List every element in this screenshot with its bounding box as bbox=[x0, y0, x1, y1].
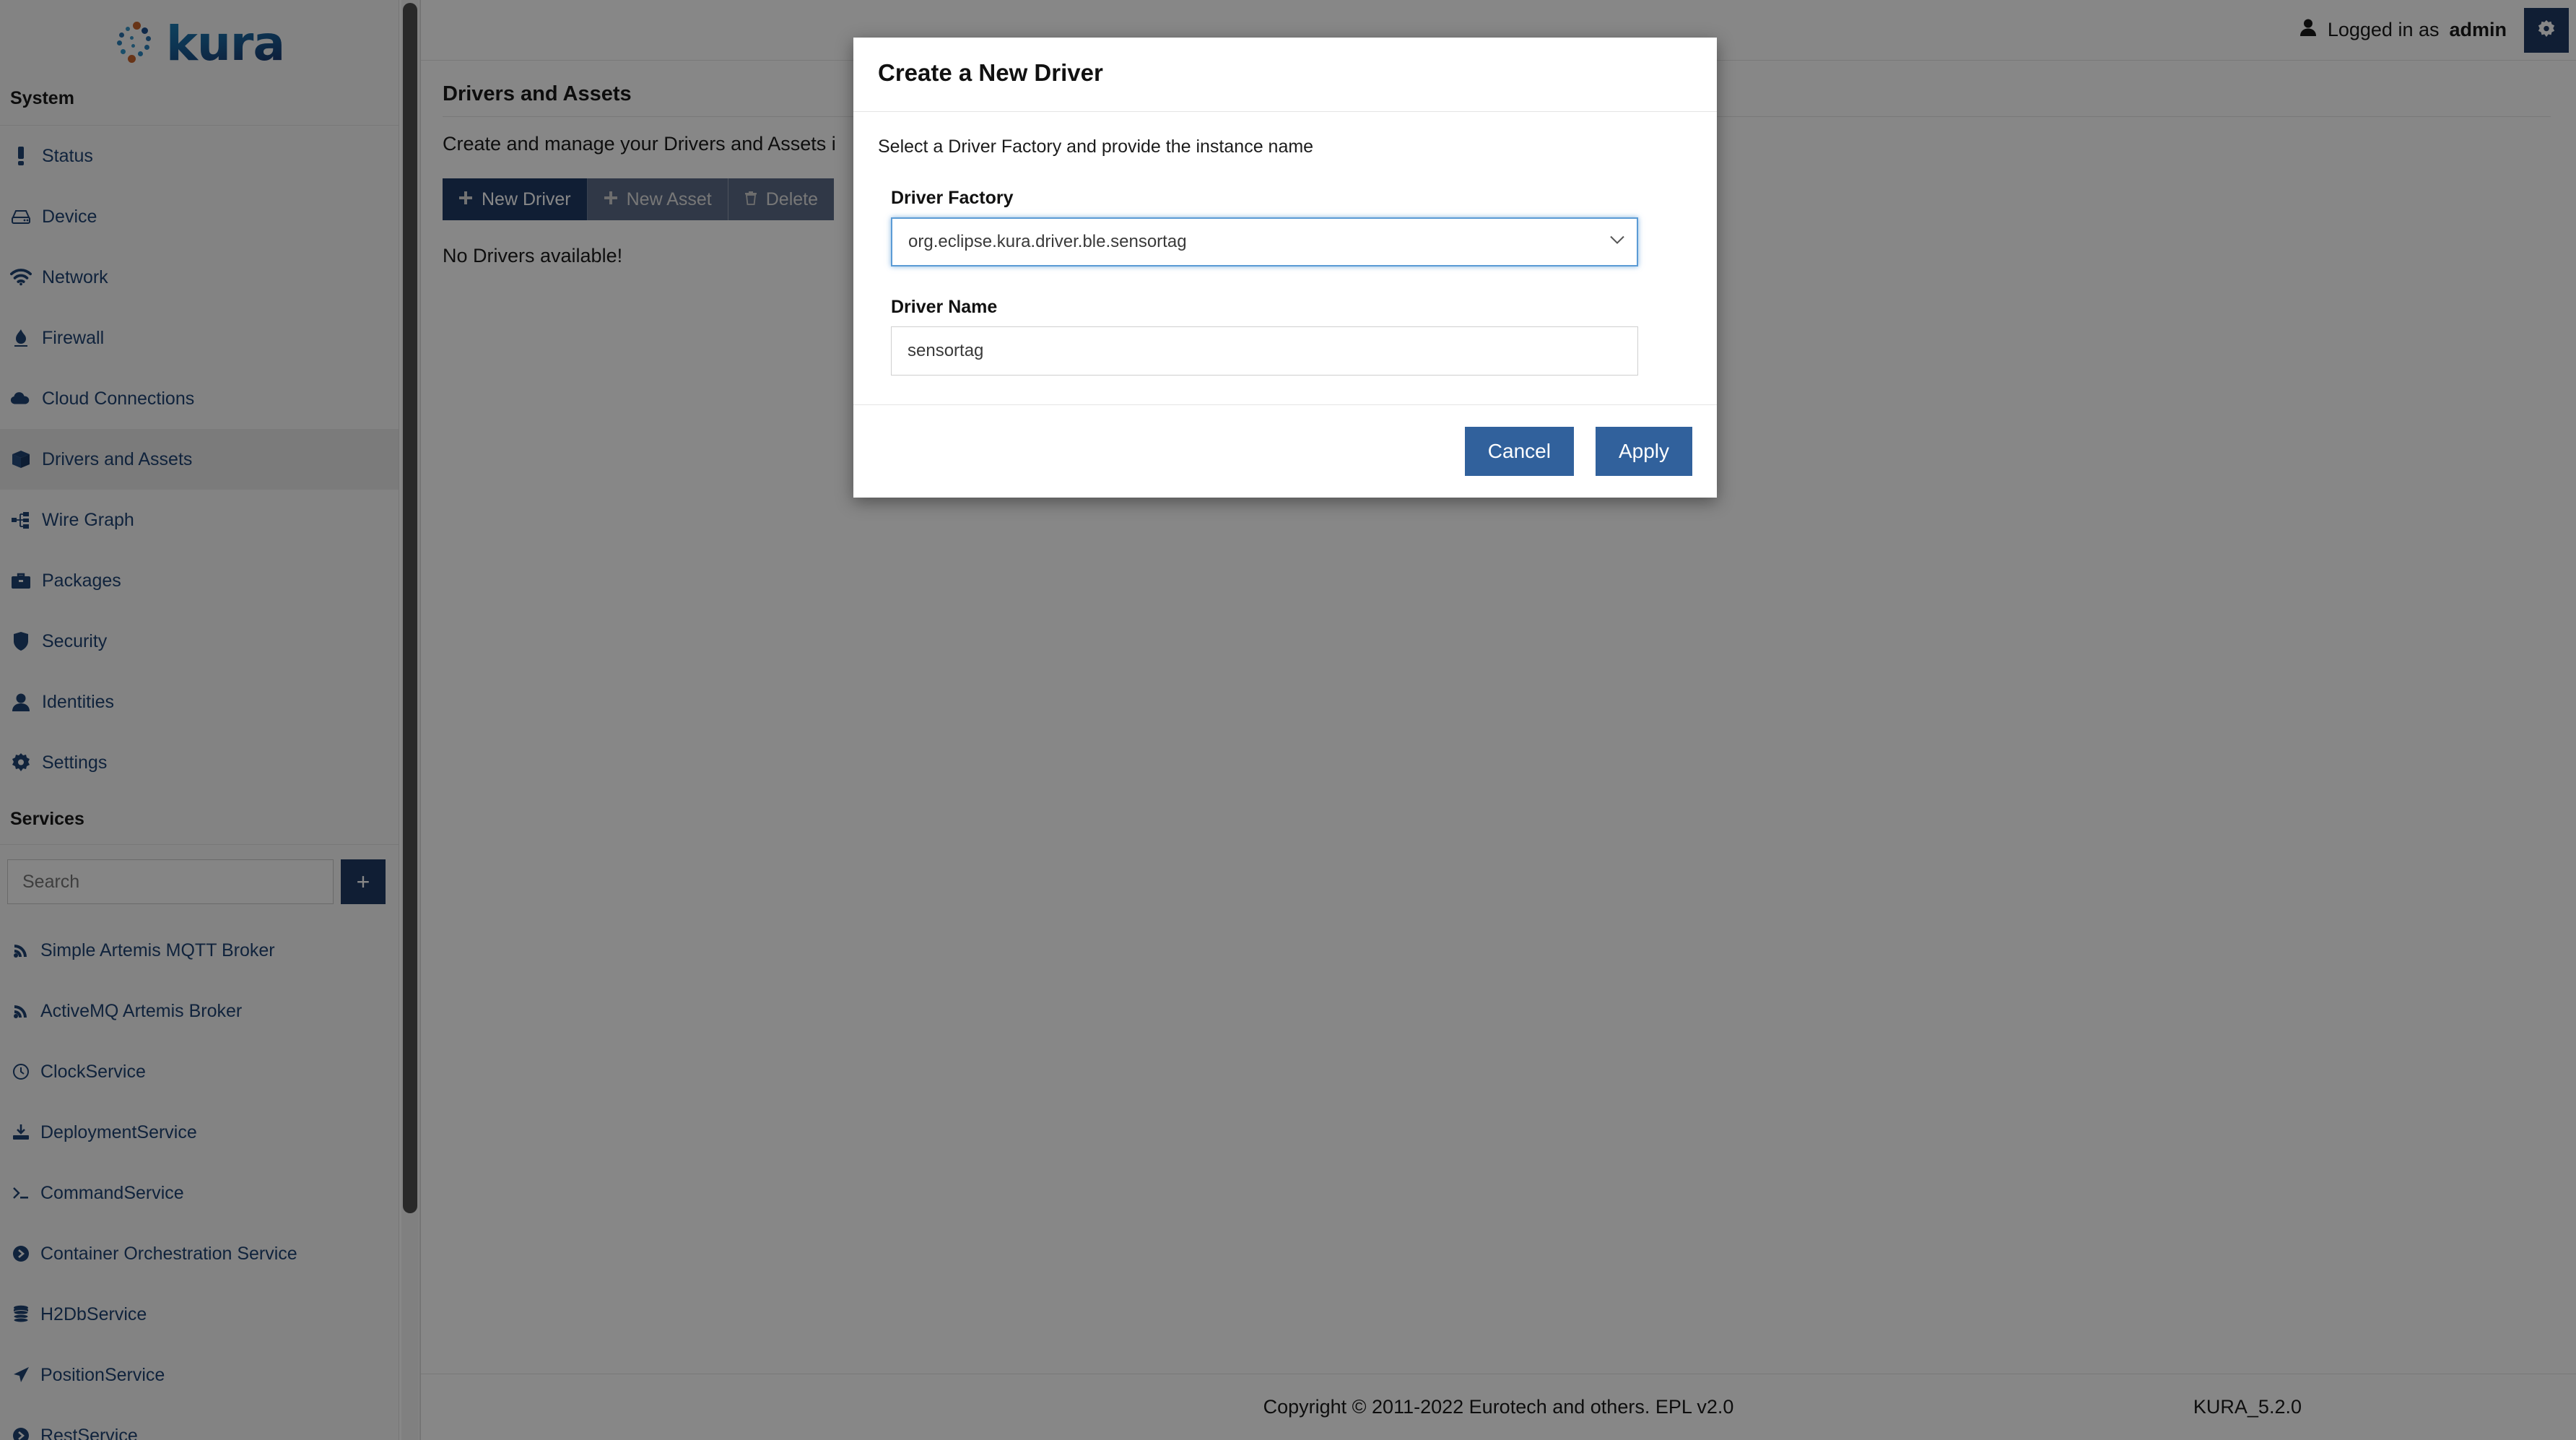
driver-name-label: Driver Name bbox=[891, 297, 998, 317]
dialog-header: Create a New Driver bbox=[853, 38, 1717, 112]
dialog-description: Select a Driver Factory and provide the … bbox=[878, 136, 1314, 157]
cancel-button[interactable]: Cancel bbox=[1464, 427, 1574, 476]
driver-factory-value: org.eclipse.kura.driver.ble.sensortag bbox=[908, 232, 1187, 251]
driver-name-field: Driver Name bbox=[878, 266, 1692, 376]
dialog-body: Select a Driver Factory and provide the … bbox=[853, 112, 1717, 404]
driver-factory-select-wrapper: org.eclipse.kura.driver.ble.sensortag bbox=[891, 217, 1638, 266]
dialog-title: Create a New Driver bbox=[878, 59, 1103, 86]
dialog-footer: Cancel Apply bbox=[853, 404, 1717, 498]
kura-web-ui: kura System Status Device Network Firewa… bbox=[0, 0, 2576, 1440]
driver-factory-field: Driver Factory org.eclipse.kura.driver.b… bbox=[878, 188, 1692, 266]
driver-factory-label: Driver Factory bbox=[891, 188, 1014, 208]
driver-name-input[interactable] bbox=[891, 326, 1638, 376]
create-new-driver-dialog: Create a New Driver Select a Driver Fact… bbox=[853, 38, 1717, 498]
driver-factory-select[interactable]: org.eclipse.kura.driver.ble.sensortag bbox=[891, 217, 1638, 266]
apply-button[interactable]: Apply bbox=[1595, 427, 1692, 476]
